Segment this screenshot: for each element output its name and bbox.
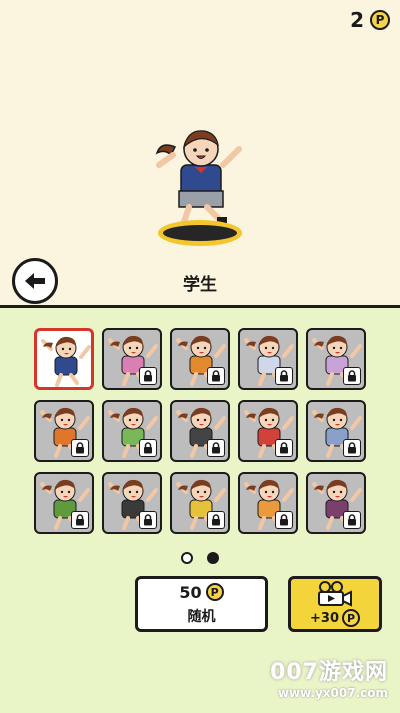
random-button[interactable]: 50 P 随机 xyxy=(135,576,268,632)
page-dot-2[interactable] xyxy=(207,552,219,564)
character-tile[interactable] xyxy=(306,472,366,534)
lock-icon xyxy=(207,511,225,529)
character-tile[interactable] xyxy=(102,328,162,390)
video-reward: +30 P xyxy=(310,609,360,627)
character-thumbnail xyxy=(41,336,91,387)
watermark: 007游戏网 www.yx007.com xyxy=(270,654,388,700)
coin-icon: P xyxy=(205,583,224,601)
lock-icon xyxy=(71,439,89,457)
lock-icon xyxy=(71,511,89,529)
character-tile[interactable] xyxy=(306,400,366,462)
character-tile[interactable] xyxy=(34,400,94,462)
page-indicator xyxy=(0,552,400,564)
lock-icon xyxy=(207,367,225,385)
character-tile[interactable] xyxy=(238,472,298,534)
character-preview xyxy=(155,130,242,229)
lock-icon xyxy=(275,367,293,385)
lock-icon xyxy=(139,367,157,385)
character-tile[interactable] xyxy=(102,472,162,534)
character-tile[interactable] xyxy=(170,400,230,462)
watermark-title: 007游戏网 xyxy=(270,660,388,685)
lock-icon xyxy=(275,439,293,457)
coin-count: 2 xyxy=(350,8,364,32)
character-tile[interactable] xyxy=(170,328,230,390)
video-reward-value: +30 xyxy=(310,610,339,626)
random-label: 随机 xyxy=(187,608,216,625)
random-price-value: 50 xyxy=(179,582,202,602)
character-tile[interactable] xyxy=(34,328,94,390)
lock-icon xyxy=(207,439,225,457)
lock-icon xyxy=(139,511,157,529)
coin-icon: P xyxy=(341,609,360,627)
watch-video-button[interactable]: +30 P xyxy=(288,576,382,632)
lock-icon xyxy=(343,511,361,529)
character-name: 学生 xyxy=(183,275,217,295)
watermark-url: www.yx007.com xyxy=(277,686,388,700)
character-tile[interactable] xyxy=(34,472,94,534)
lock-icon xyxy=(343,439,361,457)
lock-icon xyxy=(275,511,293,529)
character-tile[interactable] xyxy=(238,328,298,390)
video-camera-icon xyxy=(318,581,352,607)
page-dot-1[interactable] xyxy=(181,552,193,564)
random-price: 50 P xyxy=(179,582,224,602)
character-grid xyxy=(34,328,368,536)
coin-icon: P xyxy=(370,10,390,30)
preview-area: 2 P 学生 xyxy=(0,0,400,305)
coin-counter: 2 P xyxy=(350,8,390,32)
character-tile[interactable] xyxy=(238,400,298,462)
character-tile[interactable] xyxy=(170,472,230,534)
trampoline xyxy=(158,220,242,246)
lock-icon xyxy=(139,439,157,457)
lock-icon xyxy=(343,367,361,385)
character-tile[interactable] xyxy=(102,400,162,462)
character-tile[interactable] xyxy=(306,328,366,390)
